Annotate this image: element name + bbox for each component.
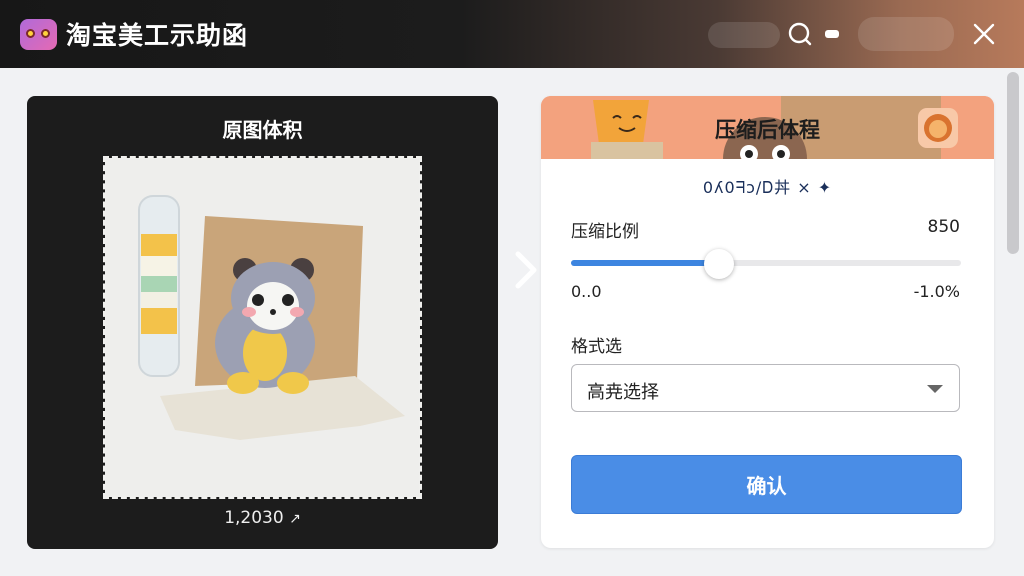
app-title: 淘宝美工示助函 xyxy=(66,21,249,50)
original-size-value: 1,2030 ↗ xyxy=(27,508,498,528)
range-max-label: -1.0% xyxy=(913,282,960,301)
close-button[interactable] xyxy=(968,18,1000,50)
format-label: 格式选 xyxy=(571,337,622,357)
felt-raccoon-image xyxy=(105,158,420,497)
title-bar: 淘宝美工示助函 xyxy=(0,0,1024,68)
format-select-value: 高尭选择 xyxy=(587,382,659,403)
original-image-panel: 原图体积 1,2030 ↗ xyxy=(27,96,498,549)
scrollbar[interactable] xyxy=(1007,72,1019,254)
external-link-icon: ↗ xyxy=(289,511,301,527)
range-min-label: 0..0 xyxy=(571,282,602,301)
size-text: 1,2030 xyxy=(224,508,284,528)
chevron-down-icon xyxy=(927,385,943,393)
search-icon xyxy=(788,22,812,46)
original-size-title: 原图体积 xyxy=(222,118,303,142)
banner: 压缩后体程 xyxy=(541,96,994,159)
compression-slider-track[interactable] xyxy=(571,260,961,266)
minimize-icon xyxy=(825,30,839,38)
compression-ratio-value: 850 xyxy=(927,217,960,237)
close-icon xyxy=(973,23,995,45)
app-logo-icon xyxy=(20,19,57,50)
format-select[interactable]: 高尭选择 xyxy=(571,364,960,412)
compression-slider-fill xyxy=(571,260,720,266)
minimize-button[interactable] xyxy=(816,18,848,50)
chevron-right-icon xyxy=(512,250,540,290)
blurred-control xyxy=(858,17,954,51)
blurred-control xyxy=(708,22,780,48)
compressed-size-title: 压缩后体程 xyxy=(715,118,820,142)
product-photo[interactable] xyxy=(103,156,422,499)
compression-settings-card: 压缩后体程 0ʎ0ᖷɔ/Ꭰ丼 × ✦ 压缩比例 850 0..0 -1.0% 格… xyxy=(541,96,994,548)
compressed-size-value: 0ʎ0ᖷɔ/Ꭰ丼 × ✦ xyxy=(702,178,833,197)
compression-slider-thumb[interactable] xyxy=(704,249,735,279)
confirm-button[interactable]: 确认 xyxy=(571,455,962,514)
search-button[interactable] xyxy=(784,18,816,50)
compression-ratio-label: 压缩比例 xyxy=(571,222,639,242)
